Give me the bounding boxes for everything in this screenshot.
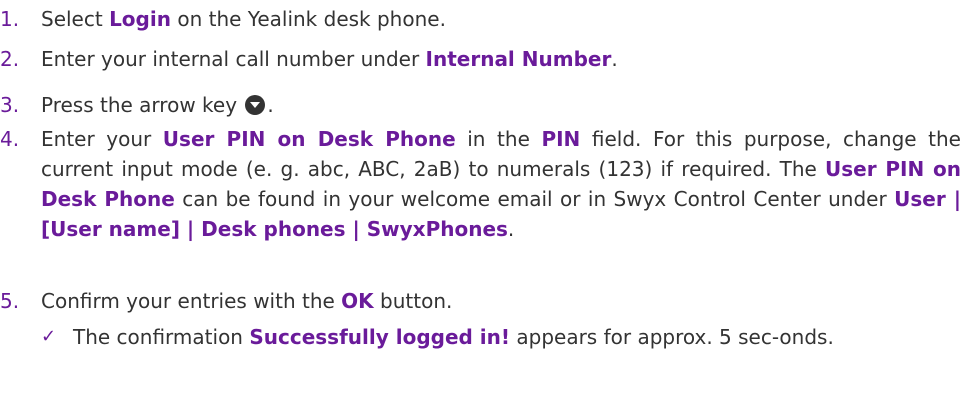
- step-number: 3.: [0, 93, 20, 117]
- step-text: Select Login on the Yealink desk phone.: [41, 7, 446, 31]
- instruction-document: 1. Select Login on the Yealink desk phon…: [0, 0, 973, 400]
- step-number: 4.: [0, 127, 20, 151]
- ui-term: Internal Number: [425, 47, 612, 71]
- ui-term: Successfully logged in!: [249, 325, 511, 349]
- step-text: Confirm your entries with the OK button.: [41, 289, 453, 313]
- arrow-down-key-icon: [245, 95, 266, 115]
- step-text: Press the arrow key .: [41, 93, 274, 117]
- ui-term: OK: [341, 289, 374, 313]
- ui-term: Login: [109, 7, 171, 31]
- ui-term: User PIN on Desk Phone: [162, 127, 456, 151]
- step-number: 5.: [0, 289, 20, 313]
- step-text: Enter your User PIN on Desk Phone in the…: [41, 127, 962, 241]
- step-number: 2.: [0, 47, 20, 71]
- result-text: The confirmation Successfully logged in!…: [73, 325, 834, 349]
- checkmark-icon: ✓: [41, 326, 57, 347]
- ui-term: PIN: [541, 127, 581, 151]
- step-text: Enter your internal call number under In…: [41, 47, 618, 71]
- step-number: 1.: [0, 7, 20, 31]
